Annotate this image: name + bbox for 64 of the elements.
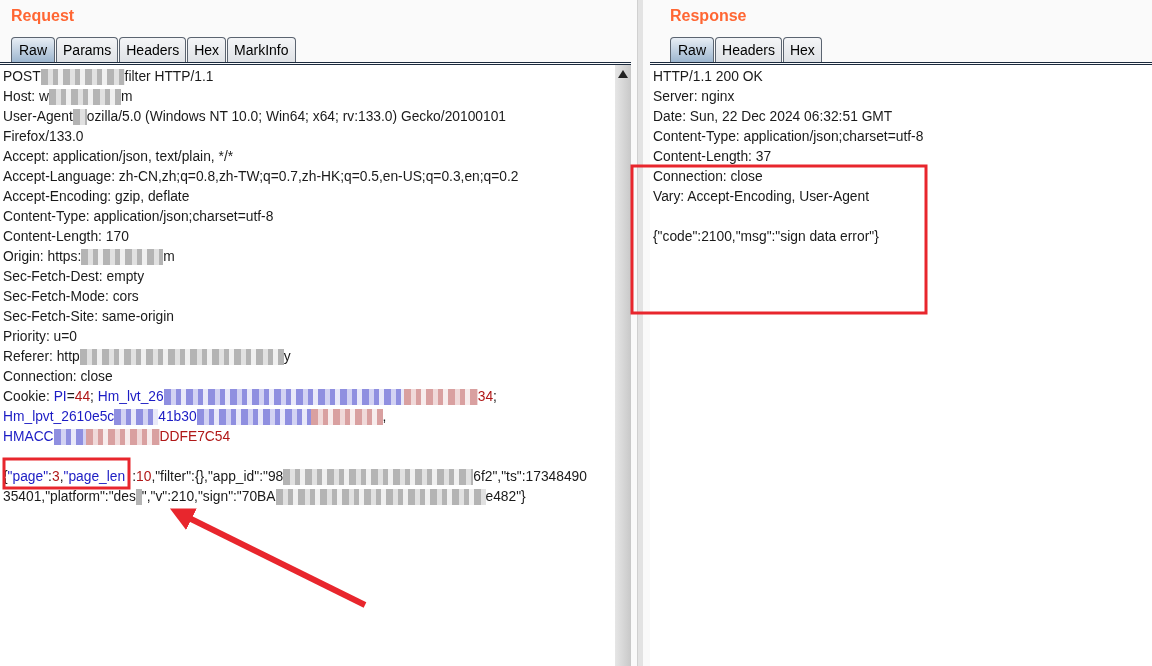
text-line: e482"} xyxy=(485,488,526,506)
text-line: Host: w xyxy=(3,88,49,106)
tab[interactable]: Hex xyxy=(782,37,822,62)
text-line: Connection: close xyxy=(3,368,113,386)
text-line: Accept-Encoding: gzip, deflate xyxy=(3,188,190,206)
pane-title: Response xyxy=(669,6,747,26)
text-line: Content-Length: 170 xyxy=(3,228,129,246)
tab[interactable]: Headers xyxy=(715,37,782,62)
scrollbar[interactable] xyxy=(615,65,631,666)
text-line: Cookie: xyxy=(3,388,51,406)
text-line: POST xyxy=(3,68,41,86)
text-line: Accept: application/json, text/plain, */* xyxy=(3,148,234,166)
text-line: HTTP/1.1 200 OK xyxy=(653,68,763,86)
split-handle[interactable] xyxy=(637,0,643,666)
text-line: ; xyxy=(493,388,497,406)
text-line: , xyxy=(382,408,387,426)
text-line: y xyxy=(283,348,291,366)
value-token: 10 xyxy=(136,468,152,486)
text-line: ozilla/5.0 (Windows NT 10.0; Win64; x64; rv:133.0) Gecko/20100101 xyxy=(86,108,507,126)
text-line: m xyxy=(163,248,175,266)
text-line: : xyxy=(132,468,136,486)
text-line: Referer: http xyxy=(3,348,80,366)
text-line: m xyxy=(121,88,133,106)
key-token: Hm_lvt_26 xyxy=(97,388,164,406)
tab[interactable]: MarkInfo xyxy=(227,37,296,62)
text-line: filter HTTP/1.1 xyxy=(124,68,214,86)
text-line: : xyxy=(48,468,52,486)
text-line: {"code":2100,"msg":"sign data error"} xyxy=(653,228,879,246)
text-line: = xyxy=(66,388,75,406)
text-line: Firefox/133.0 xyxy=(3,128,84,146)
text-line: Content-Type: application/json;charset=utf-8 xyxy=(653,128,924,146)
text-line: Sec-Fetch-Dest: empty xyxy=(3,268,145,286)
text-line: ; xyxy=(90,388,95,406)
text-line: Server: nginx xyxy=(653,88,735,106)
tab[interactable]: Params xyxy=(56,37,119,62)
text-line: Priority: u=0 xyxy=(3,328,77,346)
text-line: Content-Length: 37 xyxy=(653,148,772,166)
text-line: Vary: Accept-Encoding, User-Agent xyxy=(653,188,869,206)
key-token: PI xyxy=(53,388,67,406)
text-line: Accept-Language: zh-CN,zh;q=0.8,zh-TW;q=0.7,zh-HK;q=0.5,en-US;q=0.3,en;q=0.2 xyxy=(3,168,519,186)
tab[interactable]: Hex xyxy=(187,37,227,62)
text-line: Sec-Fetch-Mode: cors xyxy=(3,288,139,306)
text-line: 35401,"platform":"des xyxy=(3,488,136,506)
tab[interactable]: Headers xyxy=(119,37,187,62)
text-line: Content-Type: application/json;charset=utf-8 xyxy=(3,208,274,226)
text-line: Connection: close xyxy=(653,168,763,186)
tab[interactable]: Raw xyxy=(670,37,714,62)
key-token: Hm_lpvt_2610e5c xyxy=(3,408,115,426)
tab[interactable]: Raw xyxy=(11,37,55,62)
pane-title: Request xyxy=(10,6,75,26)
value-token: DDFE7C54 xyxy=(159,428,231,446)
text-line: Sec-Fetch-Site: same-origin xyxy=(3,308,174,326)
key-token: HMACC xyxy=(3,428,54,446)
scroll-up-icon[interactable] xyxy=(618,70,628,78)
text-line: , xyxy=(59,468,64,486)
text-line: Date: Sun, 22 Dec 2024 06:32:51 GMT xyxy=(653,108,893,126)
text-line: ","v":210,"sign":"70BA xyxy=(141,488,276,506)
key-token: 41b30 xyxy=(158,408,197,426)
value-token: 3 xyxy=(51,468,60,486)
key-token: "page_len xyxy=(63,468,126,486)
text-line: User-Agent xyxy=(3,108,73,126)
text-line: 6f2","ts":17348490 xyxy=(473,468,587,486)
text-line: Origin: https: xyxy=(3,248,82,266)
text-line: ,"filter":{},"app_id":"98 xyxy=(151,468,284,486)
